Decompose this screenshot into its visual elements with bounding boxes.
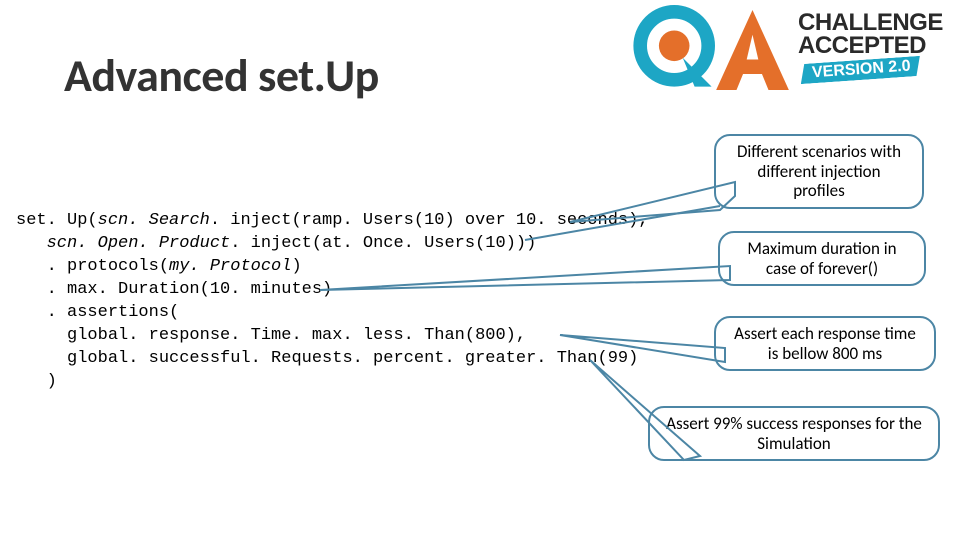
callout-assert-response: Assert each response time is bellow 800 … — [714, 316, 936, 371]
page-title: Advanced set.Up — [64, 48, 379, 104]
code-l7: global. successful. Requests. percent. g… — [16, 349, 638, 368]
callout-assert-success: Assert 99% success responses for the Sim… — [648, 406, 940, 461]
qa-challenge-logo: CHALLENGE ACCEPTED VERSION 2.0 — [630, 0, 960, 90]
code-l1a: set. Up( — [16, 211, 98, 230]
code-l3b: my. Protocol — [169, 257, 291, 276]
code-l2b: scn. Open. Product — [47, 234, 231, 253]
callout-scenarios: Different scenarios with different injec… — [714, 134, 924, 209]
logo-text: CHALLENGE ACCEPTED — [798, 12, 943, 58]
logo-a-icon — [715, 10, 790, 90]
code-l3c: ) — [291, 257, 301, 276]
code-l3a: . protocols( — [16, 257, 169, 276]
code-l1c: . inject(ramp. Users(10) over 10. second… — [210, 211, 649, 230]
logo-version-label: VERSION 2.0 — [799, 56, 921, 84]
code-l6: global. response. Time. max. less. Than(… — [16, 326, 526, 345]
slide: Advanced set.Up CHALLENGE ACCEPTED VERSI… — [0, 0, 960, 540]
logo-accepted-label: ACCEPTED — [798, 35, 943, 58]
callout-max-duration: Maximum duration in case of forever() — [718, 231, 926, 286]
code-l2c: . inject(at. Once. Users(10))) — [230, 234, 536, 253]
code-l2a — [16, 234, 47, 253]
logo-version-band: VERSION 2.0 — [799, 56, 921, 84]
code-l4: . max. Duration(10. minutes) — [16, 280, 332, 299]
logo-q-icon — [630, 5, 715, 90]
code-block: set. Up(scn. Search. inject(ramp. Users(… — [16, 210, 649, 394]
code-l5: . assertions( — [16, 303, 179, 322]
code-l1b: scn. Search — [98, 211, 210, 230]
code-l8: ) — [16, 372, 57, 391]
